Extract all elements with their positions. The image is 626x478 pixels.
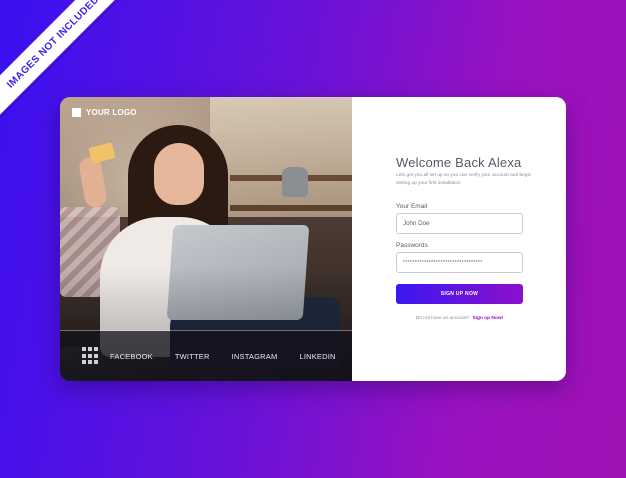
form-title: Welcome Back Alexa — [396, 155, 522, 170]
sign-up-button[interactable]: SIGN UP NOW — [396, 284, 523, 304]
password-label: Passwords — [396, 242, 428, 249]
no-account-text: Do not have an account? Sign up Now! — [396, 316, 523, 321]
login-card: YOUR LOGO FACEBOOK TWITTER INSTAGRAM LIN… — [60, 97, 566, 381]
grid-icon[interactable] — [82, 347, 98, 365]
password-field[interactable]: ********************************** — [396, 252, 523, 273]
logo-square-icon — [72, 108, 81, 117]
social-link-linkedin[interactable]: LINKEDIN — [299, 352, 335, 361]
login-form: Welcome Back Alexa Lets get you all set … — [352, 97, 566, 381]
email-field[interactable]: John Doe — [396, 213, 523, 234]
social-link-twitter[interactable]: TWITTER — [175, 352, 210, 361]
social-link-instagram[interactable]: INSTAGRAM — [232, 352, 278, 361]
email-label: Your Email — [396, 203, 428, 210]
form-subtitle: Lets get you all set up so you can verif… — [396, 173, 532, 186]
no-account-label: Do not have an account? — [415, 316, 470, 321]
social-bar: FACEBOOK TWITTER INSTAGRAM LINKEDIN — [60, 331, 352, 381]
sign-up-link[interactable]: Sign up Now! — [473, 316, 504, 321]
hero-photo: YOUR LOGO FACEBOOK TWITTER INSTAGRAM LIN… — [60, 97, 352, 381]
logo-text: YOUR LOGO — [86, 108, 137, 117]
social-link-facebook[interactable]: FACEBOOK — [110, 352, 153, 361]
brand-logo[interactable]: YOUR LOGO — [72, 108, 137, 117]
